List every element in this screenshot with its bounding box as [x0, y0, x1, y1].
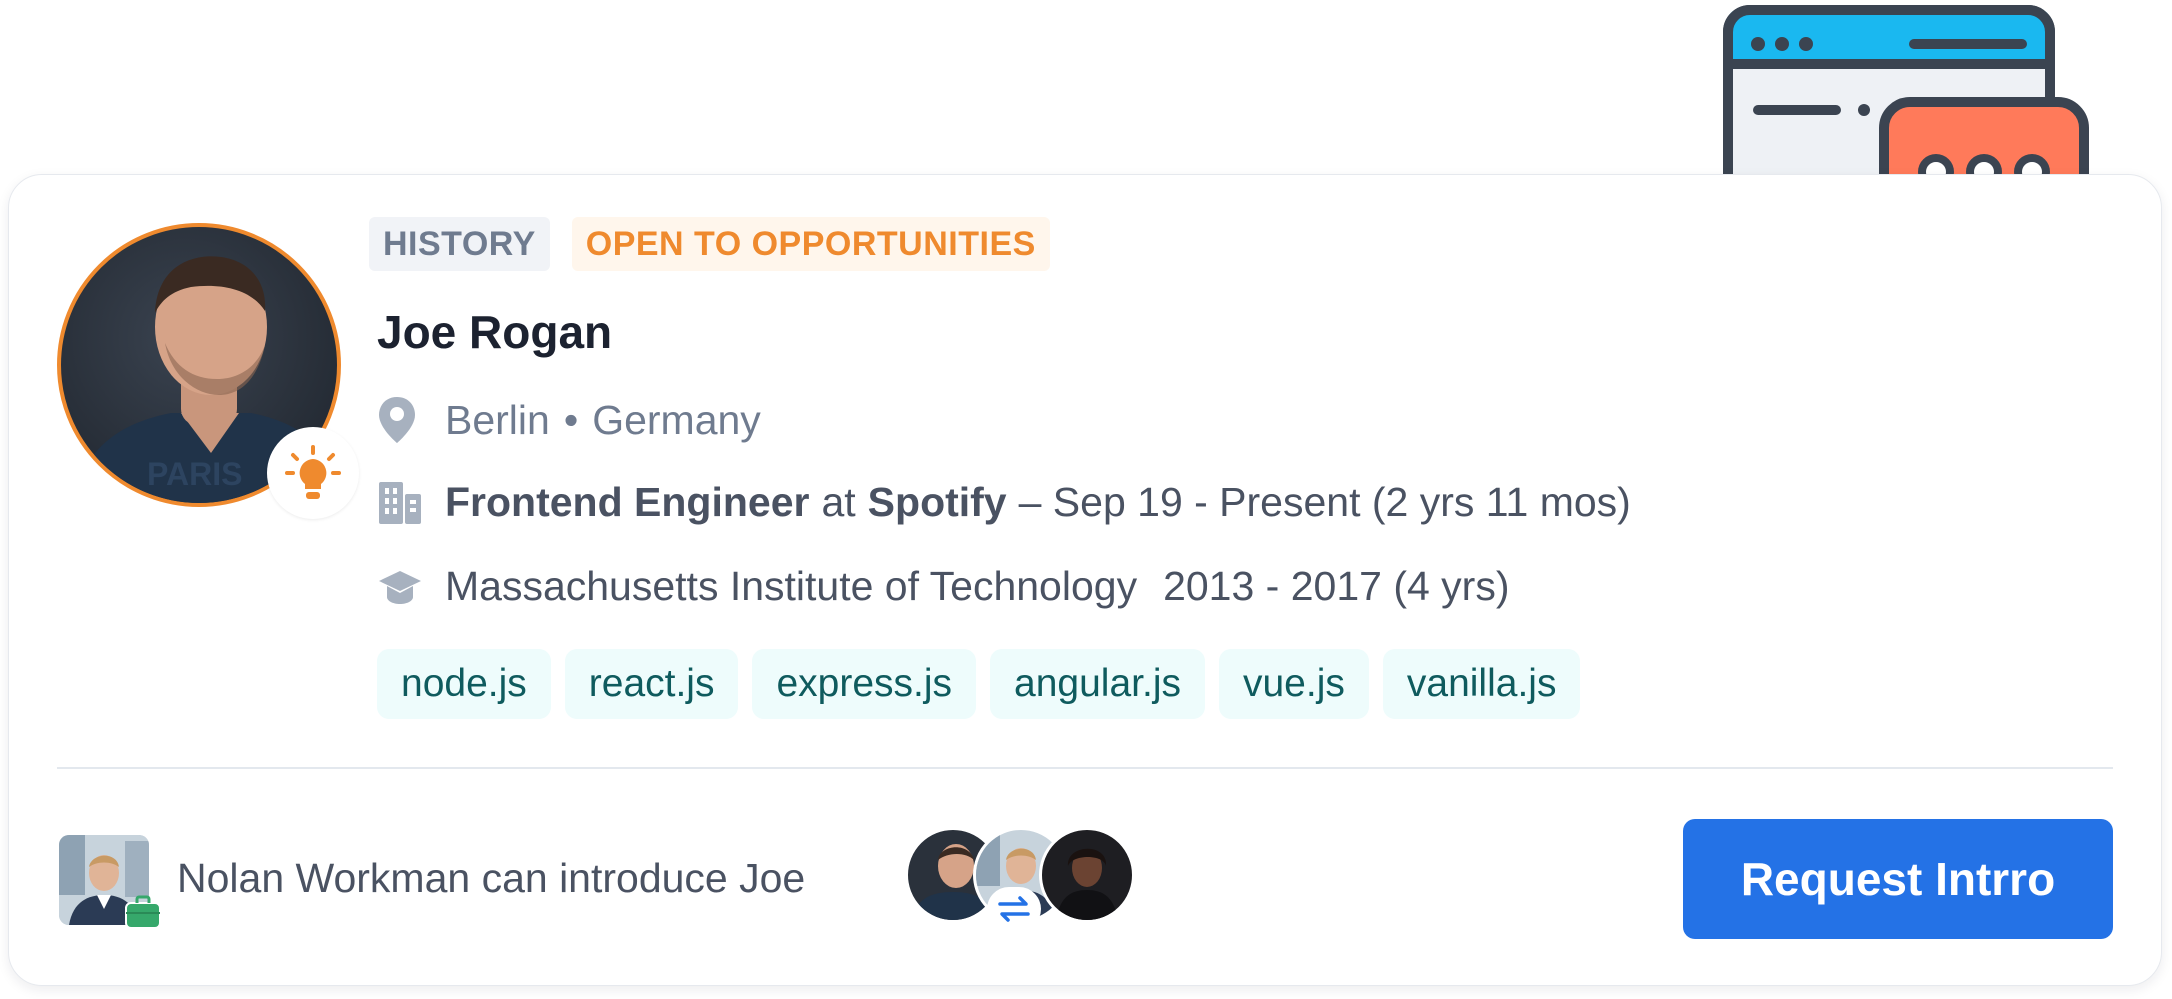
lightbulb-icon — [267, 427, 359, 519]
connection-avatars[interactable] — [905, 827, 1135, 931]
location-city: Berlin — [445, 396, 550, 443]
profile-card: PARIS HISTORY OPEN TO OPPORTUNITIES Joe … — [8, 174, 2162, 986]
divider — [57, 767, 2113, 769]
swap-arrows-icon — [987, 887, 1041, 931]
skills-list: node.js react.js express.js angular.js v… — [377, 649, 1581, 719]
request-intro-button[interactable]: Request Intrro — [1683, 819, 2113, 939]
job-at: at — [821, 479, 856, 525]
location-separator: • — [563, 396, 579, 443]
job-title: Frontend Engineer — [445, 479, 810, 525]
education-school: Massachusetts Institute of Technology — [445, 563, 1138, 609]
job-period: – Sep 19 - Present (2 yrs 11 mos) — [1018, 479, 1631, 525]
education-period: 2013 - 2017 (4 yrs) — [1163, 563, 1510, 609]
avatar — [1039, 827, 1135, 923]
graduation-cap-icon — [377, 567, 431, 607]
skill-chip[interactable]: node.js — [377, 649, 551, 719]
open-to-opportunities-tag[interactable]: OPEN TO OPPORTUNITIES — [571, 217, 1050, 271]
job-company[interactable]: Spotify — [868, 479, 1007, 526]
skill-chip[interactable]: angular.js — [990, 649, 1205, 719]
map-pin-icon — [377, 395, 431, 445]
status-tags: HISTORY OPEN TO OPPORTUNITIES — [369, 217, 1050, 271]
location-row: Berlin • Germany — [377, 395, 761, 445]
skill-chip[interactable]: vue.js — [1218, 649, 1369, 719]
briefcase-icon — [125, 895, 161, 929]
skill-chip[interactable]: vanilla.js — [1382, 649, 1581, 719]
svg-text:PARIS: PARIS — [147, 456, 242, 492]
skill-chip[interactable]: express.js — [752, 649, 977, 719]
history-tag[interactable]: HISTORY — [369, 217, 550, 271]
skill-chip[interactable]: react.js — [564, 649, 739, 719]
job-row: Frontend Engineer at Spotify – Sep 19 - … — [377, 479, 1631, 526]
intro-text: Nolan Workman can introduce Joe — [177, 855, 806, 901]
education-row: Massachusetts Institute of Technology 20… — [377, 563, 1509, 610]
building-icon — [377, 480, 431, 526]
profile-avatar-wrap[interactable]: PARIS — [57, 223, 359, 519]
location-country: Germany — [592, 396, 761, 443]
profile-name[interactable]: Joe Rogan — [377, 305, 612, 359]
